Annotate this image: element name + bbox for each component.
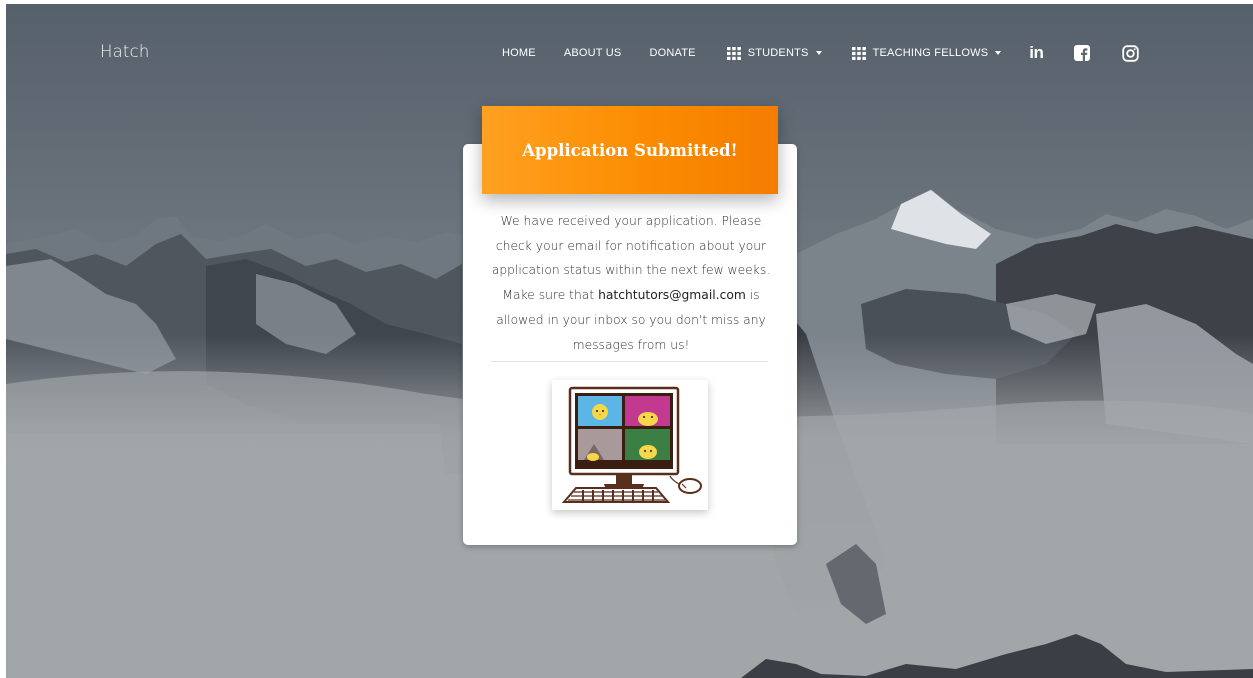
nav-about-us-label: ABOUT US: [563, 47, 622, 59]
card-header: Application Submitted!: [482, 106, 778, 194]
nav-teaching-fellows-dropdown[interactable]: TEACHING FELLOWS: [851, 46, 1002, 60]
navbar: Hatch HOME ABOUT US DONATE STUDENTS TEAC…: [6, 4, 1253, 94]
instagram-icon[interactable]: [1122, 44, 1140, 62]
nav-menu: HOME ABOUT US DONATE STUDENTS TEACHING F…: [502, 42, 1140, 64]
facebook-icon-glyph: [1074, 45, 1091, 61]
nav-donate[interactable]: DONATE: [649, 47, 695, 59]
nav-donate-label: DONATE: [649, 47, 696, 59]
caret-down-icon: [815, 51, 822, 55]
nav-teaching-fellows-label: TEACHING FELLOWS: [872, 47, 989, 59]
nav-home[interactable]: HOME: [502, 47, 536, 59]
video-call-computer-icon: [561, 386, 702, 503]
linkedin-icon[interactable]: in: [1029, 43, 1044, 63]
nav-students-label: STUDENTS: [747, 47, 809, 59]
card-title: Application Submitted!: [522, 140, 738, 160]
card-divider: [491, 361, 768, 362]
brand-logo[interactable]: Hatch: [100, 42, 150, 61]
facebook-icon[interactable]: [1074, 45, 1091, 61]
grid-icon: [851, 46, 866, 60]
contact-email: hatchtutors@gmail.com: [598, 288, 746, 303]
instagram-icon-glyph: [1122, 44, 1140, 62]
nav-home-label: HOME: [502, 47, 536, 59]
nav-about-us[interactable]: ABOUT US: [564, 47, 622, 59]
computer-illustration: [552, 380, 708, 510]
nav-students-dropdown[interactable]: STUDENTS: [726, 46, 822, 60]
card-message: We have received your application. Pleas…: [483, 209, 779, 357]
caret-down-icon: [995, 51, 1002, 55]
grid-icon: [726, 46, 741, 60]
page-frame: Hatch HOME ABOUT US DONATE STUDENTS TEAC…: [6, 4, 1253, 678]
